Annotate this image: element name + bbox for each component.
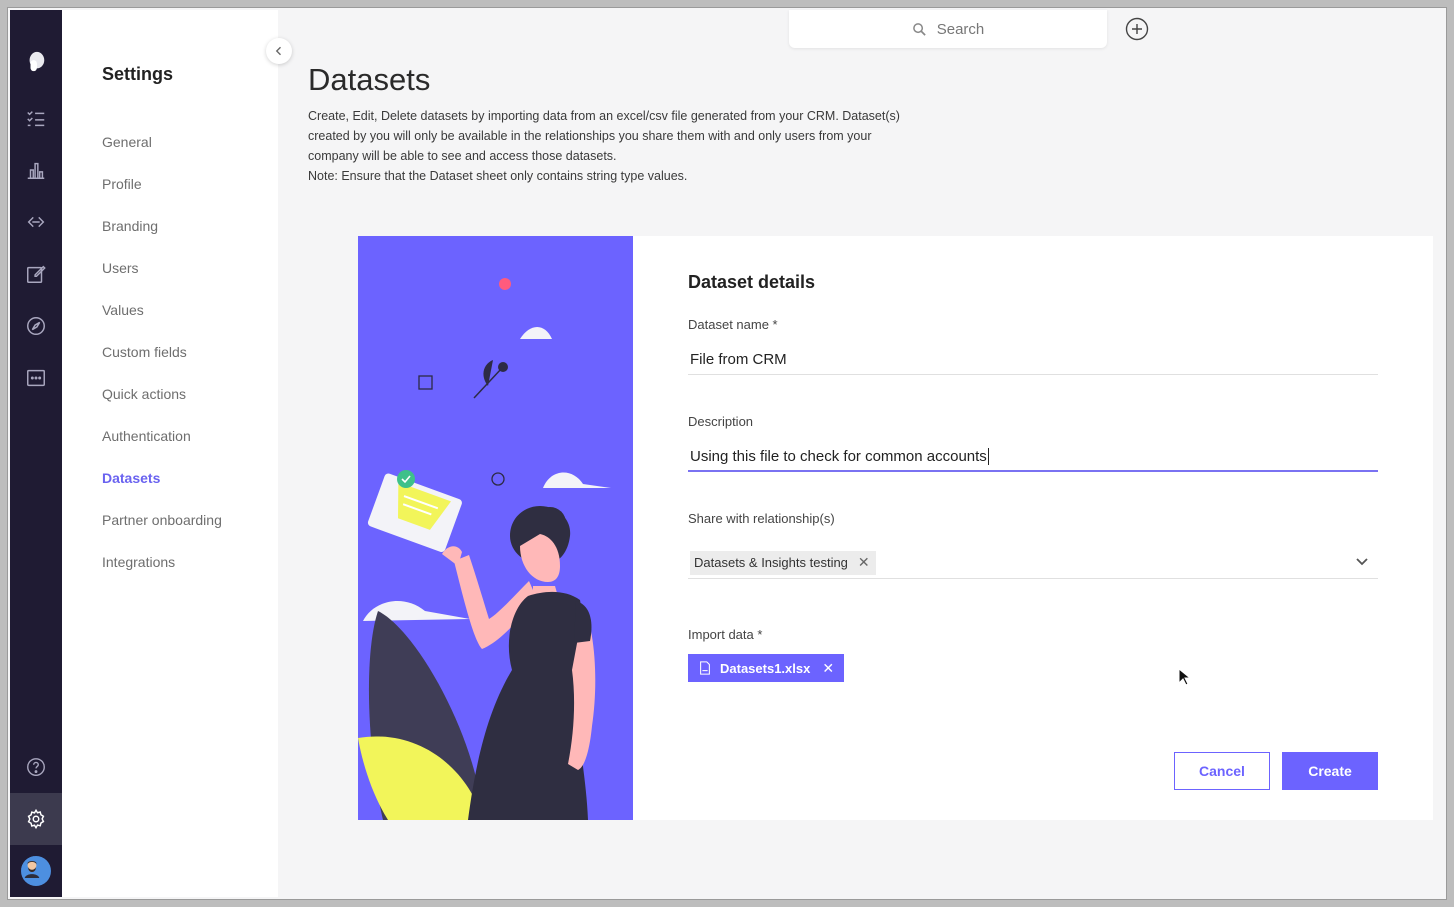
import-label: Import data * (688, 627, 763, 642)
gear-icon[interactable] (10, 793, 62, 845)
relationship-select[interactable]: Datasets & Insights testing ✕ (688, 547, 1378, 579)
plus-circle-icon[interactable] (1125, 17, 1149, 41)
help-icon[interactable] (10, 741, 62, 793)
settings-item-users[interactable]: Users (102, 260, 222, 302)
mouse-cursor-icon (1178, 668, 1190, 686)
cancel-button[interactable]: Cancel (1174, 752, 1270, 790)
settings-title: Settings (102, 64, 174, 84)
edit-icon[interactable] (10, 248, 62, 300)
page-description: Create, Edit, Delete datasets by importi… (308, 106, 958, 186)
bar-chart-icon[interactable] (10, 144, 62, 196)
file-name: Datasets1.xlsx (720, 660, 811, 676)
logo-icon[interactable] (10, 36, 62, 88)
csv-file-icon (700, 661, 710, 675)
description-line: created by you will only be available in… (308, 129, 872, 143)
description-value: Using this file to check for common acco… (690, 447, 987, 465)
settings-sidebar: Settings General Profile Branding Users … (62, 10, 278, 897)
create-button[interactable]: Create (1282, 752, 1378, 790)
settings-item-quick-actions[interactable]: Quick actions (102, 386, 222, 428)
settings-item-general[interactable]: General (102, 134, 222, 176)
illustration-panel (358, 236, 633, 820)
compass-icon[interactable] (10, 300, 62, 352)
settings-item-integrations[interactable]: Integrations (102, 554, 222, 596)
chevron-left-icon (275, 46, 281, 56)
dataset-name-label: Dataset name * (688, 317, 778, 332)
text-caret (987, 447, 989, 465)
close-icon[interactable]: ✕ (822, 660, 834, 677)
close-icon[interactable]: ✕ (858, 554, 870, 571)
settings-nav: General Profile Branding Users Values Cu… (102, 134, 222, 596)
form-heading: Dataset details (688, 272, 816, 292)
description-note: Note: Ensure that the Dataset sheet only… (308, 169, 688, 183)
search-bar[interactable]: Search (789, 10, 1107, 48)
search-placeholder: Search (936, 20, 985, 38)
settings-item-branding[interactable]: Branding (102, 218, 222, 260)
avatar[interactable] (21, 856, 51, 886)
settings-item-partner-onboarding[interactable]: Partner onboarding (102, 512, 222, 554)
relationship-chip: Datasets & Insights testing ✕ (690, 550, 876, 575)
settings-item-profile[interactable]: Profile (102, 176, 222, 218)
settings-item-values[interactable]: Values (102, 302, 222, 344)
page-title: Datasets (308, 62, 431, 97)
icon-rail (10, 10, 62, 897)
description-label: Description (688, 414, 754, 429)
dataset-name-value: File from CRM (690, 351, 787, 368)
app-window: Settings General Profile Branding Users … (8, 8, 1446, 899)
file-chip[interactable]: Datasets1.xlsx ✕ (688, 654, 845, 682)
settings-item-datasets[interactable]: Datasets (102, 470, 222, 512)
relationship-chip-label: Datasets & Insights testing (694, 554, 848, 570)
dataset-form: Dataset details Dataset name * File from… (633, 236, 1433, 820)
settings-item-authentication[interactable]: Authentication (102, 428, 222, 470)
description-line: company will be able to see and access t… (308, 149, 617, 163)
settings-item-custom-fields[interactable]: Custom fields (102, 344, 222, 386)
chevron-down-icon[interactable] (1354, 553, 1370, 569)
description-line: Create, Edit, Delete datasets by importi… (308, 109, 900, 123)
chat-icon[interactable] (10, 352, 62, 404)
collapse-sidebar-button[interactable] (266, 38, 292, 64)
search-icon (912, 22, 926, 36)
share-label: Share with relationship(s) (688, 511, 835, 526)
link-icon[interactable] (10, 196, 62, 248)
woman-with-letter-illustration (358, 278, 611, 820)
description-input[interactable]: Using this file to check for common acco… (688, 442, 1378, 472)
checklist-icon[interactable] (10, 92, 62, 144)
dataset-name-input[interactable]: File from CRM (688, 345, 1378, 375)
